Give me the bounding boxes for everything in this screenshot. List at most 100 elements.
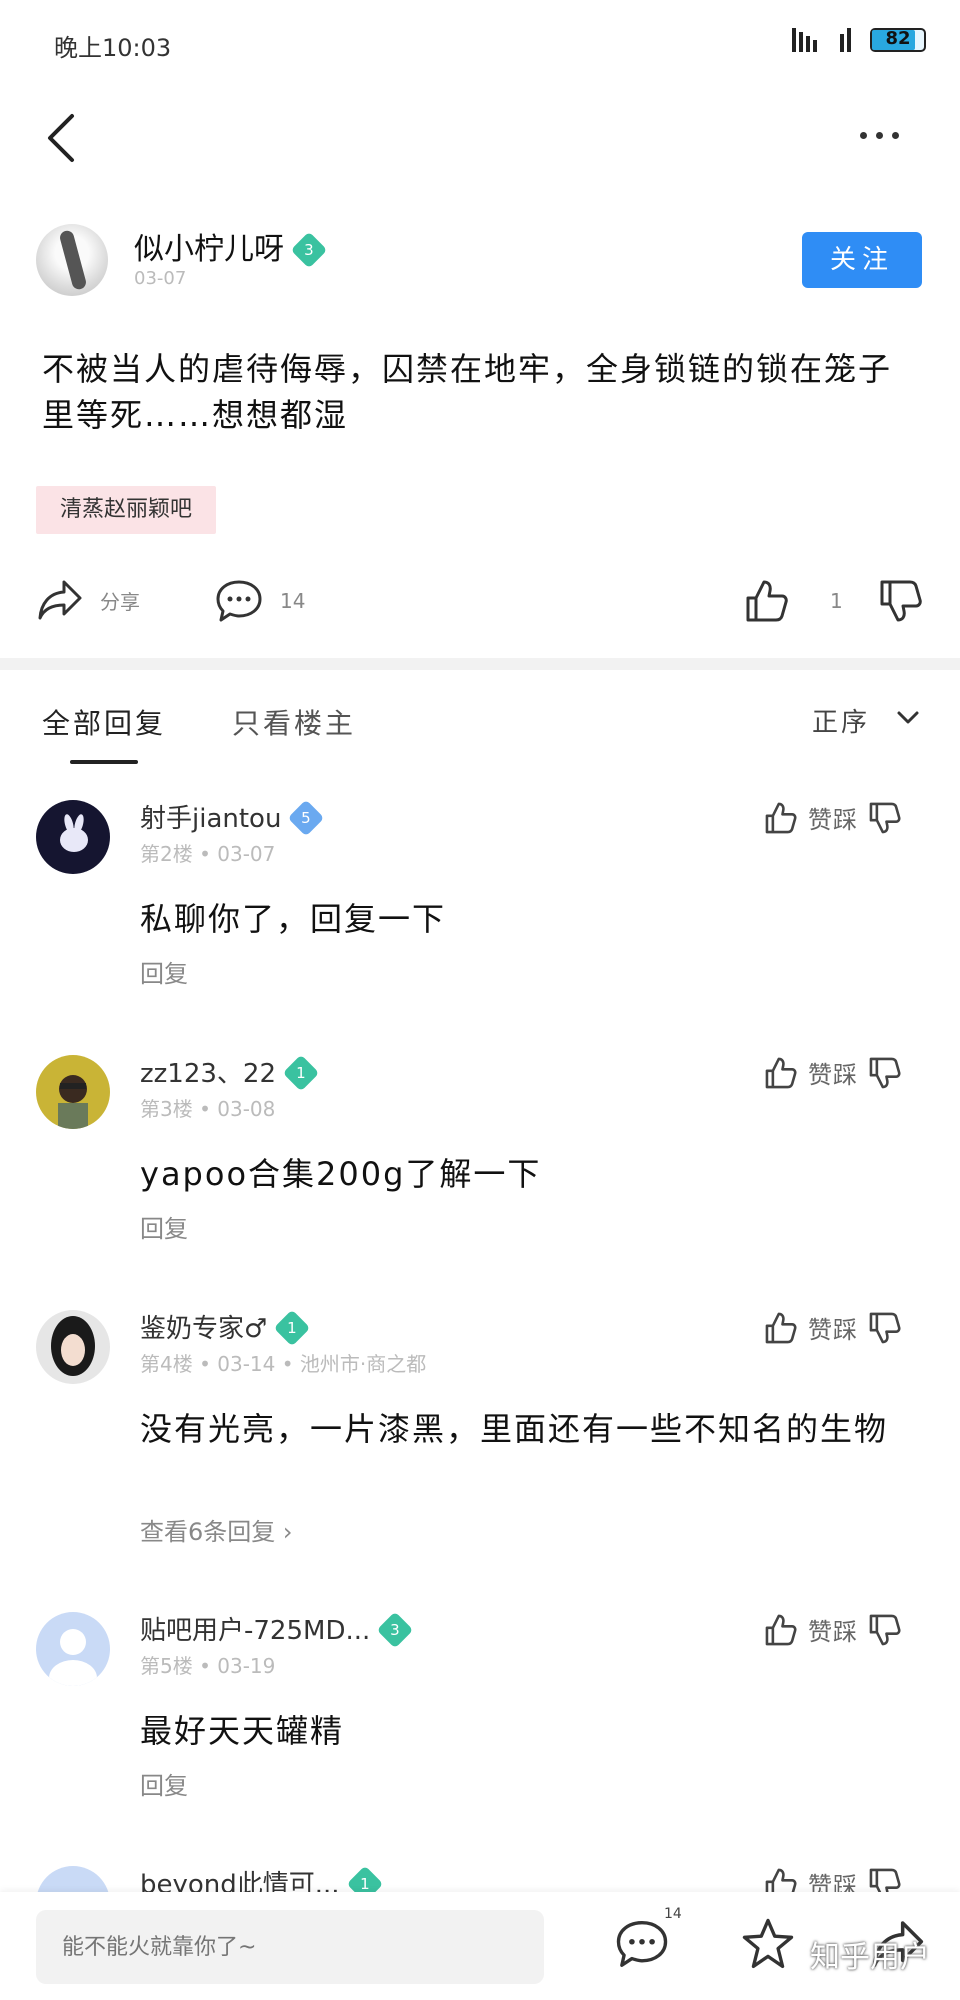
commenter-name-text: 贴吧用户-725MD... [140,1616,371,1646]
status-time: 晚上10:03 [54,34,172,62]
thumbs-down-icon[interactable] [868,1311,902,1345]
active-tab-indicator [70,760,138,764]
comment-icon [216,580,262,622]
comment-location: 池州市·商之都 [299,1352,427,1376]
floor-number: 第2楼 [140,842,193,866]
sort-order-dropdown[interactable]: 正序 [812,702,870,739]
post-author-name[interactable]: 似小柠儿呀 3 [134,224,328,269]
comment-meta: 第4楼 • 03-14 • 池州市·商之都 [140,1352,427,1376]
thumbs-up-icon[interactable] [764,801,798,835]
level-badge: 3 [376,1611,414,1649]
vote-controls: 赞踩 [764,1310,902,1345]
comment-button[interactable]: 14 [214,578,305,624]
tab-op-only[interactable]: 只看楼主 [232,702,356,742]
comment-text: 私聊你了，回复一下 [140,900,447,938]
star-icon[interactable] [740,1916,796,1972]
level-badge: 5 [288,799,325,837]
view-replies-link[interactable]: 查看6条回复 › [140,1512,293,1547]
more-options-icon[interactable] [860,124,920,154]
vote-label: 赞踩 [808,1061,858,1089]
back-icon[interactable] [42,108,82,168]
thumbs-down-icon[interactable] [868,801,902,835]
commenter-name-text: zz123、22 [140,1059,277,1089]
vote-label: 赞踩 [808,806,858,834]
reply-link[interactable]: 回复 [140,1766,188,1801]
level-value: 3 [390,1620,401,1639]
forum-tag[interactable]: 清蒸赵丽颖吧 [36,486,217,534]
reply-input[interactable] [36,1910,544,1984]
thumbs-down-icon[interactable] [868,1613,902,1647]
commenter-avatar[interactable] [36,1055,110,1129]
commenter-name[interactable]: 射手jiantou 5 [140,798,325,837]
share-label: 分享 [100,589,140,614]
vote-label: 赞踩 [808,1316,858,1344]
bottom-comment-count: 14 [664,1906,682,1922]
commenter-avatar[interactable] [36,800,110,874]
comment-text: yapoo合集200g了解一下 [140,1155,542,1193]
thumbs-up-icon[interactable] [764,1056,798,1090]
commenter-name-text: 鉴奶专家♂ [140,1314,268,1344]
battery-icon: 82 [870,28,926,52]
commenter-avatar[interactable] [36,1612,110,1686]
comment-meta: 第2楼 • 03-07 [140,842,276,866]
comment-date: 03-19 [217,1654,276,1678]
reply-tabs: 全部回复 只看楼主 正序 [0,690,960,770]
reply-link[interactable]: 回复 [140,954,188,989]
vote-controls: 赞踩 [764,1055,902,1090]
avatar-image [60,814,88,852]
level-value: 3 [304,240,314,259]
level-badge: 1 [282,1054,320,1092]
thumbs-up-icon[interactable] [764,1613,798,1647]
commenter-name[interactable]: 鉴奶专家♂ 1 [140,1308,311,1347]
vote-controls: 赞踩 [764,800,902,835]
watermark-text: 知乎用户 [810,1940,930,1975]
author-name-text: 似小柠儿呀 [134,232,284,267]
thumbs-up-icon [746,580,788,622]
like-count: 1 [830,589,843,613]
tab-all-replies[interactable]: 全部回复 [42,702,166,742]
status-bar: 晚上10:03 82 [0,0,960,88]
thumbs-down-icon[interactable] [868,1056,902,1090]
comment-count: 14 [280,589,306,613]
avatar-image [51,1316,95,1376]
comment-date: 03-07 [217,842,276,866]
vote-controls: 赞踩 [764,1612,902,1647]
commenter-avatar[interactable] [36,1310,110,1384]
thumbs-up-icon[interactable] [764,1311,798,1345]
section-divider [0,658,960,670]
commenter-name[interactable]: 贴吧用户-725MD... 3 [140,1610,414,1649]
comment-meta: 第5楼 • 03-19 [140,1654,276,1678]
floor-number: 第3楼 [140,1097,193,1121]
comment-date: 03-08 [217,1097,276,1121]
chevron-down-icon[interactable] [896,710,920,726]
default-avatar-icon [49,1629,97,1686]
comment-text: 最好天天罐精 [140,1712,345,1750]
level-value: 1 [296,1063,306,1082]
avatar-image [58,1075,88,1129]
vote-label: 赞踩 [808,1618,858,1646]
commenter-name[interactable]: zz123、22 1 [140,1053,320,1092]
comment-text: 没有光亮，一片漆黑，里面还有一些不知名的生物 [140,1410,889,1448]
author-avatar[interactable] [36,224,108,296]
level-value: 5 [301,808,312,827]
share-button[interactable]: 分享 [36,578,140,622]
thumbs-down-icon [880,580,922,622]
commenter-name-text: 射手jiantou [140,804,282,834]
post-header: 似小柠儿呀 3 03-07 关注 [0,216,960,306]
dislike-button[interactable] [878,578,924,624]
top-nav-bar [0,88,960,188]
comment-date: 03-14 [217,1352,276,1376]
reply-link[interactable]: 回复 [140,1209,188,1244]
floor-number: 第4楼 [140,1352,193,1376]
comment-meta: 第3楼 • 03-08 [140,1097,276,1121]
signal-icon [792,28,851,52]
like-button[interactable]: 1 [744,578,843,624]
floor-number: 第5楼 [140,1654,193,1678]
follow-button[interactable]: 关注 [802,232,922,288]
share-icon [38,580,82,620]
post-date: 03-07 [134,268,187,289]
view-replies-label: 查看6条回复 [140,1518,276,1546]
level-badge: 3 [290,231,328,269]
level-value: 1 [287,1318,298,1337]
comment-icon[interactable] [614,1916,670,1972]
